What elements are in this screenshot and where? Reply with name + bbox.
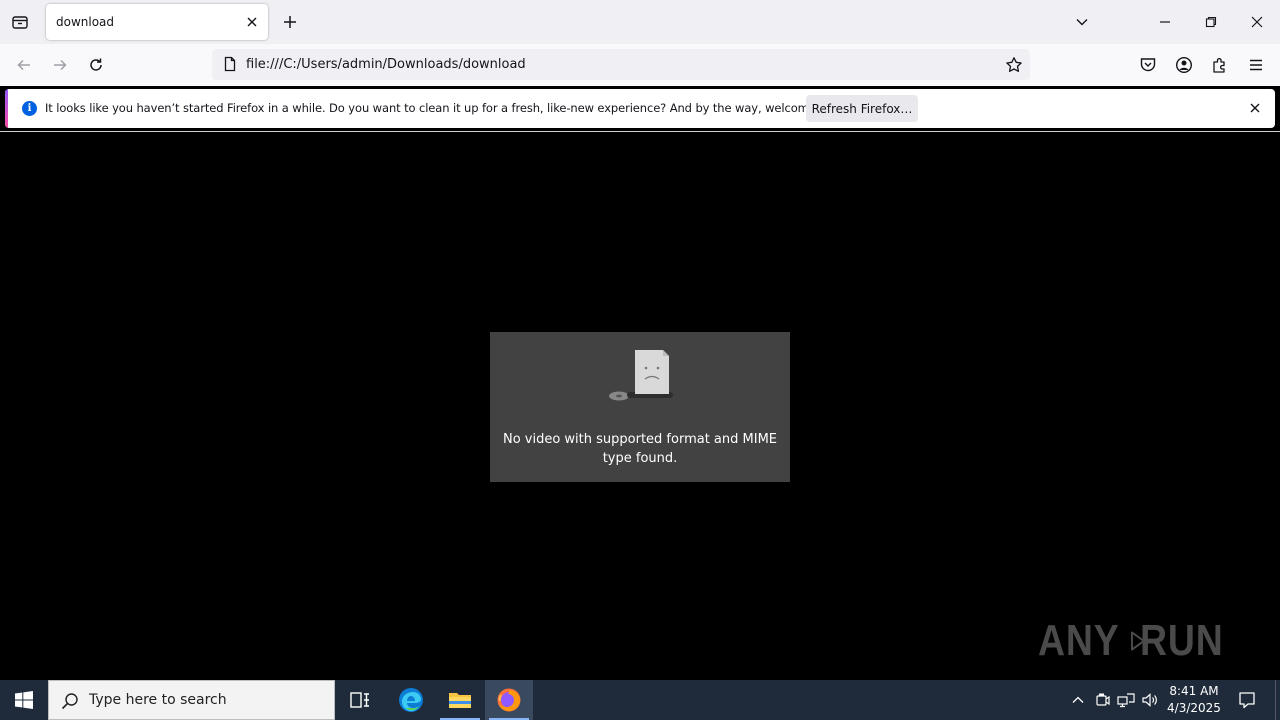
tab-strip: download	[0, 0, 1280, 44]
search-placeholder: Type here to search	[89, 692, 227, 708]
system-clock[interactable]: 8:41 AM 4/3/2025	[1166, 683, 1222, 717]
anyrun-watermark: ANY RUN	[1038, 609, 1238, 673]
page-content: No video with supported format and MIME …	[0, 132, 1280, 680]
menu-icon[interactable]	[1244, 53, 1268, 77]
star-icon[interactable]	[1004, 55, 1024, 75]
broken-media-icon	[605, 348, 677, 408]
plus-icon[interactable]	[280, 12, 300, 32]
taskbar: Type here to search 8:41 AM 4/3/2025	[0, 680, 1280, 720]
window-close-icon[interactable]	[1243, 8, 1271, 36]
windows-start-icon[interactable]	[0, 680, 48, 720]
watermark-any: ANY	[1038, 616, 1120, 665]
minimize-icon[interactable]	[1151, 8, 1179, 36]
meet-now-icon[interactable]	[1093, 690, 1113, 710]
chevron-down-icon[interactable]	[1072, 12, 1092, 32]
action-center-icon[interactable]	[1236, 690, 1258, 710]
page-icon	[222, 56, 238, 72]
network-icon[interactable]	[1116, 690, 1136, 710]
file-explorer-icon[interactable]	[436, 680, 484, 720]
watermark-run: RUN	[1139, 616, 1224, 665]
close-icon[interactable]	[244, 14, 260, 30]
clock-time: 8:41 AM	[1169, 684, 1219, 698]
notification-accent	[5, 89, 8, 128]
pocket-icon[interactable]	[1136, 53, 1160, 77]
restore-icon[interactable]	[1197, 8, 1225, 36]
video-error-box: No video with supported format and MIME …	[490, 332, 790, 482]
video-error-message: No video with supported format and MIME …	[502, 432, 778, 466]
firefox-icon[interactable]	[485, 680, 533, 720]
volume-icon[interactable]	[1140, 690, 1160, 710]
url-text: file:///C:/Users/admin/Downloads/downloa…	[246, 57, 526, 72]
clock-date: 4/3/2025	[1167, 701, 1221, 715]
task-view-icon[interactable]	[336, 680, 384, 720]
account-icon[interactable]	[1172, 53, 1196, 77]
tab-download[interactable]: download	[46, 4, 268, 40]
notification-bar: i It looks like you haven’t started Fire…	[5, 89, 1275, 128]
taskbar-search-box[interactable]: Type here to search	[48, 680, 335, 720]
tab-list-icon[interactable]	[8, 10, 32, 34]
forward-arrow-icon[interactable]	[48, 53, 72, 77]
close-icon[interactable]	[1247, 100, 1263, 116]
navigation-toolbar: file:///C:/Users/admin/Downloads/downloa…	[0, 44, 1280, 86]
chevron-up-icon[interactable]	[1068, 690, 1088, 710]
show-desktop-button[interactable]	[1275, 680, 1280, 720]
back-arrow-icon[interactable]	[12, 53, 36, 77]
notification-message: It looks like you haven’t started Firefo…	[45, 101, 851, 115]
search-icon	[61, 692, 79, 710]
info-icon: i	[22, 101, 37, 116]
tab-title: download	[56, 15, 115, 29]
refresh-firefox-button[interactable]: Refresh Firefox…	[806, 95, 918, 122]
edge-browser-icon[interactable]	[387, 680, 435, 720]
extensions-icon[interactable]	[1208, 53, 1232, 77]
url-bar[interactable]: file:///C:/Users/admin/Downloads/downloa…	[212, 49, 1030, 80]
reload-icon[interactable]	[84, 53, 108, 77]
